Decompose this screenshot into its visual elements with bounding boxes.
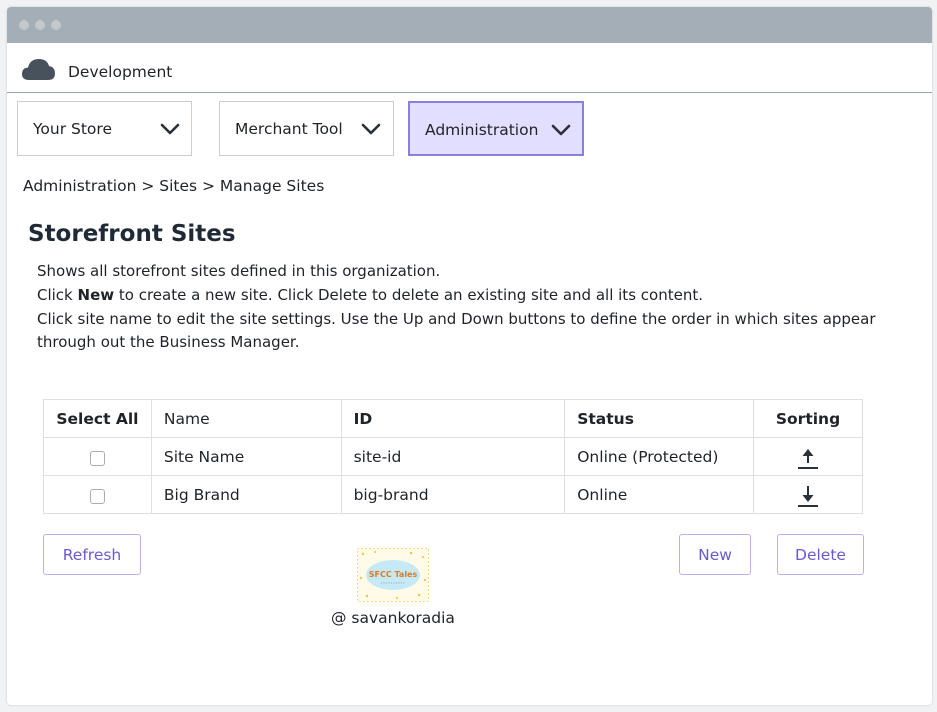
window-titlebar [7,7,932,43]
app-title: Development [68,63,173,81]
arrow-up-icon[interactable] [797,446,819,470]
sorting-column-header: Sorting [753,399,863,438]
nav-your-store-dropdown[interactable]: Your Store [17,101,192,156]
site-status-cell: Online (Protected) [564,437,755,476]
chevron-down-icon [361,123,381,135]
chevron-down-icon [160,123,180,135]
arrow-down-icon[interactable] [797,484,819,508]
sorting-cell [753,437,863,476]
row-select-cell [43,475,152,514]
sorting-cell [753,475,863,514]
page-description: Shows all storefront sites defined in th… [37,260,897,355]
table-row: Big Brand big-brand Online [43,475,863,514]
logo-text: SFCC Tales [369,570,418,579]
site-id-cell: big-brand [340,475,566,514]
table-row: Site Name site-id Online (Protected) [43,437,863,476]
window-zoom-dot[interactable] [51,20,61,30]
refresh-button[interactable]: Refresh [43,534,141,575]
row-checkbox[interactable] [89,488,105,504]
author-credit: @ savankoradia [331,609,455,627]
chevron-down-icon [551,124,571,136]
description-new-keyword: New [77,285,115,304]
status-column-header: Status [564,399,755,438]
breadcrumb[interactable]: Administration > Sites > Manage Sites [23,177,324,195]
sfcc-tales-logo: SFCC Tales [357,548,429,602]
site-status-cell: Online [564,475,755,514]
nav-merchant-tool-label: Merchant Tool [235,120,343,138]
cloud-icon [22,59,55,80]
id-column-header: ID [340,399,566,438]
description-text: Click [37,285,78,304]
site-id-cell: site-id [340,437,566,476]
table-header-row: Select All Name ID Status Sorting [43,399,863,438]
app-window: Development Your Store Merchant Tool Adm… [7,7,932,705]
name-column-header: Name [150,399,342,438]
page-title: Storefront Sites [28,221,236,247]
nav-your-store-label: Your Store [33,120,112,138]
row-checkbox[interactable] [89,450,105,466]
delete-button[interactable]: Delete [777,534,864,575]
description-line: Click New to create a new site. Click De… [37,284,897,308]
nav-administration-label: Administration [425,121,539,139]
sites-table: Select All Name ID Status Sorting Site N… [43,399,863,514]
window-minimize-dot[interactable] [35,20,45,30]
new-button[interactable]: New [679,534,751,575]
description-line: Shows all storefront sites defined in th… [37,262,441,280]
site-name-cell[interactable]: Site Name [150,437,342,476]
window-close-dot[interactable] [19,20,29,30]
row-select-cell [43,437,152,476]
description-line: Click site name to edit the site setting… [37,309,876,352]
select-all-header[interactable]: Select All [43,399,152,438]
app-header: Development [7,43,932,93]
site-name-cell[interactable]: Big Brand [150,475,342,514]
description-text: to create a new site. Click Delete to de… [114,285,703,304]
nav-merchant-tool-dropdown[interactable]: Merchant Tool [219,101,394,156]
nav-administration-dropdown[interactable]: Administration [408,101,584,156]
